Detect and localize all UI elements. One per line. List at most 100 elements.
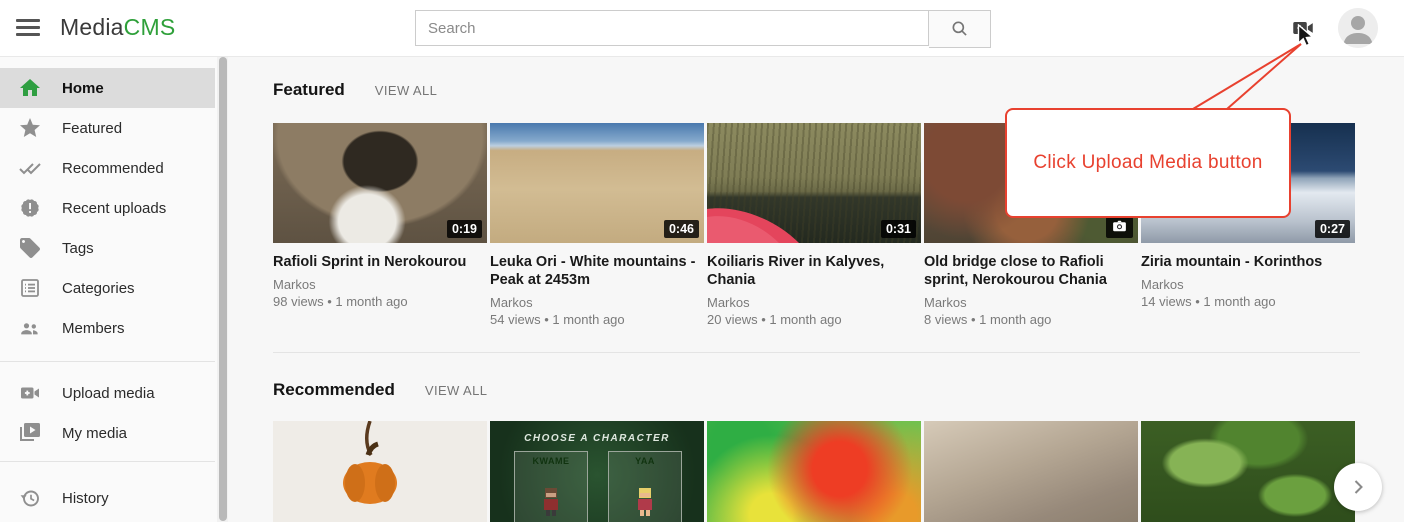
search-bar [415,10,991,48]
duration-badge: 0:46 [664,220,699,238]
media-card: 0:19 Rafioli Sprint in Nerokourou Markos… [273,123,487,328]
my-media-icon [18,421,42,445]
duration-badge: 0:31 [881,220,916,238]
menu-icon[interactable] [16,19,40,37]
logo-cms-text: CMS [124,14,176,40]
search-icon [950,19,970,39]
sidebar-item-label: Upload media [62,385,155,402]
mediacms-logo[interactable]: MediaCMS [60,14,175,41]
upload-media-button[interactable] [1290,15,1316,41]
sidebar-item-upload-media[interactable]: Upload media [0,373,215,413]
media-title[interactable]: Koiliaris River in Kalyves, Chania [707,253,921,289]
categories-icon [18,276,42,300]
media-author[interactable]: Markos [1141,276,1355,293]
pumpkin-graphic [273,421,487,522]
recommended-section-header: Recommended VIEW ALL [273,380,487,400]
video-thumbnail[interactable]: 0:46 [490,123,704,243]
sidebar-scrollbar-thumb[interactable] [219,57,227,521]
sidebar-item-label: History [62,490,109,507]
media-title[interactable]: Old bridge close to Rafioli sprint, Nero… [924,253,1138,289]
carousel-next-button[interactable] [1334,463,1382,511]
star-icon [18,116,42,140]
recommended-view-all-link[interactable]: VIEW ALL [425,383,487,398]
sidebar-item-recent-uploads[interactable]: Recent uploads [0,188,215,228]
pixel-character [540,486,562,518]
recommended-section-title: Recommended [273,380,395,400]
media-title[interactable]: Leuka Ori - White mountains - Peak at 24… [490,253,704,289]
video-thumbnail[interactable]: 0:31 [707,123,921,243]
chevron-right-icon [1346,475,1370,499]
sidebar-item-featured[interactable]: Featured [0,108,215,148]
sidebar-item-categories[interactable]: Categories [0,268,215,308]
search-button[interactable] [929,10,991,48]
sidebar-item-label: Categories [62,280,135,297]
game-character-panel: KWAME Selected [514,451,588,522]
annotation-callout: Click Upload Media button [1005,108,1291,218]
media-meta: 20 views • 1 month ago [707,311,921,328]
logo-media-text: Media [60,14,124,40]
media-card [1141,421,1355,522]
game-heading-text: CHOOSE A CHARACTER [490,433,704,444]
media-title[interactable]: Rafioli Sprint in Nerokourou [273,253,487,271]
media-author[interactable]: Markos [707,294,921,311]
sidebar-item-home[interactable]: Home [0,68,215,108]
sidebar-item-label: Featured [62,120,122,137]
sidebar-item-members[interactable]: Members [0,308,215,348]
game-character-name: KWAME [515,456,587,466]
sidebar-divider [0,461,215,462]
annotation-text: Click Upload Media button [1033,152,1262,174]
kayak-bow-graphic [707,203,807,243]
photo-camera-icon [1112,220,1127,232]
media-meta: 54 views • 1 month ago [490,311,704,328]
search-input[interactable] [415,10,929,46]
media-meta: 14 views • 1 month ago [1141,293,1355,310]
featured-view-all-link[interactable]: VIEW ALL [375,83,437,98]
sidebar-item-my-media[interactable]: My media [0,413,215,453]
mediacms-home-page: MediaCMS Home [0,0,1404,522]
media-title[interactable]: Ziria mountain - Korinthos [1141,253,1355,271]
tag-icon [18,236,42,260]
members-icon [18,316,42,340]
new-releases-icon [18,196,42,220]
upload-media-icon [1290,15,1316,41]
video-thumbnail[interactable]: CHOOSE A CHARACTER KWAME Selected YAA [490,421,704,522]
section-divider [273,352,1360,353]
history-icon [18,486,42,510]
media-card [707,421,921,522]
duration-badge: 0:27 [1315,220,1350,238]
sidebar-item-label: Members [62,320,125,337]
recommended-row: CHOOSE A CHARACTER KWAME Selected YAA [273,421,1355,522]
video-thumbnail[interactable] [707,421,921,522]
user-avatar[interactable] [1338,8,1378,48]
sidebar-item-recommended[interactable]: Recommended [0,148,215,188]
top-bar: MediaCMS [0,0,1404,57]
media-meta: 8 views • 1 month ago [924,311,1138,328]
video-thumbnail[interactable] [924,421,1138,522]
sidebar-scrollbar-track[interactable] [217,56,228,522]
media-author[interactable]: Markos [490,294,704,311]
game-character-name: YAA [609,456,681,466]
media-author[interactable]: Markos [924,294,1138,311]
duration-badge: 0:19 [447,220,482,238]
sidebar: Home Featured Recommended Recent uploads… [0,56,217,522]
game-character-panel: YAA Select [608,451,682,522]
person-icon [1338,8,1378,48]
video-thumbnail[interactable] [1141,421,1355,522]
home-icon [18,76,42,100]
video-thumbnail[interactable] [273,421,487,522]
media-author[interactable]: Markos [273,276,487,293]
media-card: 0:31 Koiliaris River in Kalyves, Chania … [707,123,921,328]
media-card [924,421,1138,522]
sidebar-item-label: Tags [62,240,94,257]
media-meta: 98 views • 1 month ago [273,293,487,310]
sidebar-item-label: Recent uploads [62,200,166,217]
done-all-icon [18,156,42,180]
sidebar-item-history[interactable]: History [0,478,215,518]
sidebar-divider [0,361,215,362]
pixel-character [634,486,656,518]
sidebar-item-tags[interactable]: Tags [0,228,215,268]
sidebar-item-label: Home [62,80,104,97]
media-card [273,421,487,522]
video-thumbnail[interactable]: 0:19 [273,123,487,243]
media-card: CHOOSE A CHARACTER KWAME Selected YAA [490,421,704,522]
